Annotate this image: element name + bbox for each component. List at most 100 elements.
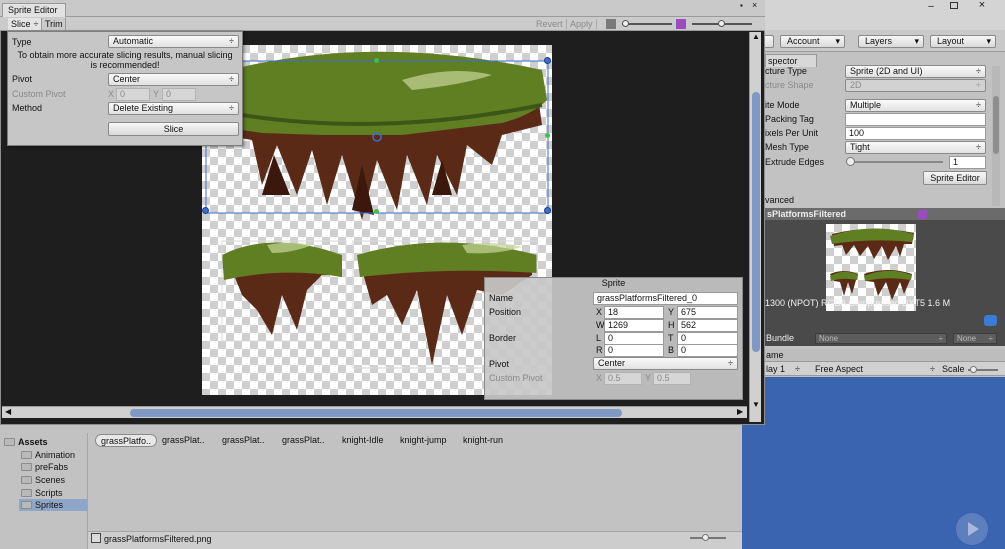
layout-dropdown[interactable]: Layout ▾: [930, 35, 996, 48]
extrude-edges-field[interactable]: 1: [949, 156, 986, 169]
tree-scenes[interactable]: Scenes: [19, 474, 99, 486]
mip-slider[interactable]: [692, 20, 752, 27]
slice-type-dropdown[interactable]: Automatic ÷: [108, 35, 239, 48]
slice-cp-y-label: Y: [153, 89, 160, 99]
inspector-scrollbar[interactable]: [992, 66, 1000, 206]
texture-info-line: 1300 (NPOT) RGBA Compressed DXT5 1.6 M: [765, 298, 951, 308]
sprite-editor-title: Sprite Editor: [8, 5, 58, 15]
border-r-field[interactable]: 0: [604, 344, 664, 357]
sprite-name-field[interactable]: grassPlatformsFiltered_0: [593, 292, 738, 305]
alpha-toggle-icon[interactable]: [676, 19, 686, 29]
tree-sprites-label: Sprites: [35, 500, 64, 510]
tree-sprites[interactable]: Sprites: [19, 499, 87, 511]
icon-size-slider[interactable]: [690, 534, 726, 541]
asset-item[interactable]: knight-jump: [395, 434, 452, 447]
vertical-scrollbar[interactable]: ▲ ▼: [749, 32, 761, 422]
border-handle[interactable]: [545, 133, 550, 138]
chevron-down-icon: ÷: [938, 334, 943, 343]
sprite-editor-tab[interactable]: Sprite Editor: [2, 3, 66, 17]
layers-label: Layers: [865, 36, 893, 46]
texture-type-dropdown[interactable]: Sprite (2D and UI) ÷: [845, 65, 986, 78]
account-label: Account: [787, 36, 820, 46]
pos-x-field[interactable]: 18: [604, 306, 664, 319]
scroll-left-icon[interactable]: ◀: [5, 407, 11, 416]
assetbundle-dropdown[interactable]: None ÷: [815, 333, 947, 344]
sprite-pivot-dropdown[interactable]: Center ÷: [593, 357, 738, 370]
revert-button[interactable]: Revert: [536, 19, 567, 29]
selection-handle[interactable]: [202, 207, 209, 214]
border-handle[interactable]: [374, 58, 379, 63]
asset-item[interactable]: grassPlat..: [157, 434, 210, 447]
preview-toggle-icon[interactable]: [918, 210, 927, 219]
pos-w-field[interactable]: 1269: [604, 319, 664, 332]
tree-scripts[interactable]: Scripts: [19, 487, 99, 499]
account-dropdown[interactable]: Account ▾: [780, 35, 845, 48]
selection-handle[interactable]: [544, 57, 551, 64]
slice-button[interactable]: Slice: [108, 122, 239, 136]
texture-shape-label: cture Shape: [765, 80, 814, 90]
window-close-icon[interactable]: ×: [752, 0, 757, 10]
sprite-mode-dropdown[interactable]: Multiple ÷: [845, 99, 986, 112]
extrude-slider-track[interactable]: [849, 161, 943, 163]
chevron-down-icon: ÷: [976, 66, 981, 76]
selection-handle[interactable]: [544, 207, 551, 214]
asset-item[interactable]: knight-run: [458, 434, 508, 447]
slice-pivot-dropdown[interactable]: Center ÷: [108, 73, 239, 86]
sprite-name-label: Name: [489, 293, 514, 303]
border-handle[interactable]: [374, 209, 379, 214]
close-icon[interactable]: ×: [976, 0, 988, 11]
tree-animation[interactable]: Animation: [19, 449, 99, 461]
slice-method-dropdown[interactable]: Delete Existing ÷: [108, 102, 239, 115]
inspector-tab-label: spector: [768, 56, 798, 66]
border-b-field[interactable]: 0: [677, 344, 738, 357]
texture-type-value: Sprite (2D and UI): [850, 66, 923, 76]
sprite-editor-button[interactable]: Sprite Editor: [923, 171, 987, 185]
layers-dropdown[interactable]: Layers ▾: [858, 35, 924, 48]
trim-button[interactable]: Trim: [42, 18, 66, 30]
scroll-down-icon[interactable]: ▼: [752, 400, 760, 409]
sprite-panel-title: Sprite: [601, 278, 626, 288]
scale-slider[interactable]: [968, 366, 998, 373]
game-tab[interactable]: ame: [766, 350, 784, 360]
display-dropdown[interactable]: lay 1 ÷: [766, 364, 810, 374]
slice-type-label: Type: [12, 37, 32, 47]
asset-item[interactable]: grassPlatfo..: [95, 434, 158, 447]
v-scroll-thumb[interactable]: [752, 92, 760, 352]
play-overlay-icon[interactable]: [956, 513, 988, 545]
tree-prefabs[interactable]: preFabs: [19, 461, 99, 473]
horizontal-scrollbar[interactable]: ◀ ▶: [2, 406, 747, 418]
ppu-label: ixels Per Unit: [765, 128, 819, 138]
slice-pivot-label: Pivot: [12, 74, 33, 84]
tree-animation-label: Animation: [35, 450, 76, 460]
slice-pivot-value: Center: [113, 74, 141, 84]
asset-item[interactable]: knight-Idle: [337, 434, 389, 447]
packing-tag-field[interactable]: [845, 113, 986, 126]
window-menu-icon[interactable]: ▪: [740, 1, 743, 10]
asset-item[interactable]: grassPlat..: [277, 434, 330, 447]
slice-menu-button[interactable]: Slice ÷: [8, 18, 42, 30]
folder-icon: [21, 489, 32, 497]
asset-item[interactable]: grassPlat..: [217, 434, 270, 447]
pos-h-field[interactable]: 562: [677, 319, 738, 332]
aspect-dropdown[interactable]: Free Aspect ÷: [815, 364, 939, 374]
pos-y-field[interactable]: 675: [677, 306, 738, 319]
channel-toggle-icon[interactable]: [606, 19, 616, 29]
chevron-down-icon: ÷: [33, 19, 39, 29]
apply-button[interactable]: Apply: [570, 19, 597, 29]
slice-type-value: Automatic: [113, 36, 154, 46]
advanced-foldout[interactable]: vanced: [765, 195, 794, 205]
scroll-right-icon[interactable]: ▶: [737, 407, 743, 416]
sprite-position-label: Position: [489, 307, 522, 317]
tree-assets[interactable]: Assets: [2, 436, 82, 448]
minimize-icon[interactable]: –: [924, 2, 938, 12]
zoom-slider[interactable]: [622, 20, 672, 27]
scroll-up-icon[interactable]: ▲: [752, 32, 760, 41]
scroll-thumb[interactable]: [130, 409, 622, 417]
scale-label: Scale: [942, 364, 965, 374]
extrude-slider-thumb[interactable]: [846, 157, 855, 166]
chevron-down-icon: ▾: [914, 36, 919, 46]
ppu-field[interactable]: 100: [845, 127, 986, 140]
maximize-icon[interactable]: [948, 0, 960, 10]
mesh-type-dropdown[interactable]: Tight ÷: [845, 141, 986, 154]
assetbundle-variant-dropdown[interactable]: None ÷: [953, 333, 997, 344]
